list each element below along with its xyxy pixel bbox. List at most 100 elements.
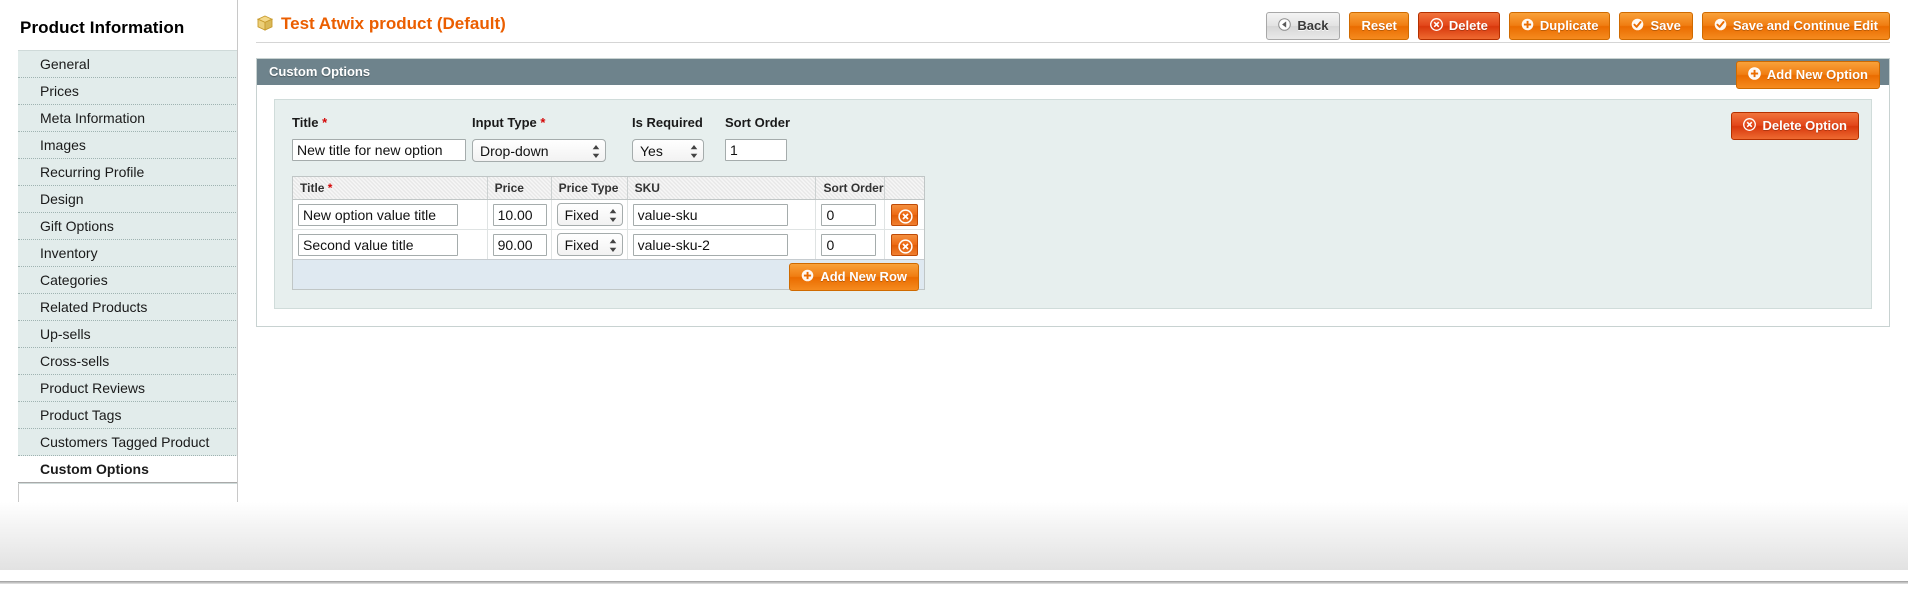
delete-option-button[interactable]: Delete Option — [1731, 112, 1859, 140]
sidebar-item-prices[interactable]: Prices — [18, 78, 238, 105]
sidebar-item-product-tags[interactable]: Product Tags — [18, 402, 238, 429]
cell-title — [293, 229, 488, 259]
sidebar-item-categories[interactable]: Categories — [18, 267, 238, 294]
plus-circle-icon — [1748, 67, 1761, 80]
chevron-updown-icon — [609, 208, 617, 223]
column-header-price: Price — [487, 177, 552, 200]
duplicate-button[interactable]: Duplicate — [1508, 12, 1611, 40]
page-header: Test Atwix product (Default) Back Reset De… — [256, 0, 1890, 42]
cell-price-type: Fixed — [551, 229, 628, 259]
option-sort-order-input[interactable] — [725, 139, 787, 161]
cell-sku — [627, 199, 817, 230]
plus-circle-icon — [801, 269, 814, 282]
option-is-required-label: Is Required — [632, 115, 703, 130]
column-header-actions — [884, 177, 924, 200]
table-header-row: Title * Price Price Type SKU Sort Order — [293, 177, 924, 200]
cell-delete — [884, 199, 924, 230]
cell-sku — [627, 229, 817, 259]
sidebar-item-inventory[interactable]: Inventory — [18, 240, 238, 267]
chevron-updown-icon — [592, 144, 600, 159]
sidebar-item-meta-information[interactable]: Meta Information — [18, 105, 238, 132]
column-header-price-type: Price Type — [551, 177, 628, 200]
cell-sort-order — [815, 199, 885, 230]
reset-button[interactable]: Reset — [1349, 12, 1409, 40]
option-sort-order-label: Sort Order — [725, 115, 791, 130]
cell-price — [487, 199, 552, 230]
sidebar-item-customers-tagged-product[interactable]: Customers Tagged Product — [18, 429, 238, 456]
value-price-input[interactable] — [492, 233, 547, 256]
option-values-grid: Title *PricePrice TypeSKUSort Order Fixe… — [292, 176, 925, 291]
back-label: Back — [1297, 17, 1329, 33]
column-header-sku: SKU — [627, 177, 817, 200]
sidebar-item-cross-sells[interactable]: Cross-sells — [18, 348, 238, 375]
value-sort-order-input[interactable] — [821, 233, 877, 256]
sidebar-item-up-sells[interactable]: Up-sells — [18, 321, 238, 348]
sidebar-title: Product Information — [20, 18, 185, 37]
value-sku-input[interactable] — [632, 233, 788, 256]
option-is-required-field: Is Required Yes — [632, 116, 725, 162]
value-price-type-select[interactable]: Fixed — [556, 203, 623, 226]
option-title-input[interactable] — [292, 139, 466, 161]
cell-sort-order — [815, 229, 885, 259]
x-circle-icon — [1429, 18, 1443, 32]
custom-options-panel-title: Custom Options — [269, 64, 371, 79]
delete-label: Delete — [1448, 17, 1488, 33]
chevron-updown-icon — [690, 144, 698, 159]
option-values-table: Title *PricePrice TypeSKUSort Order Fixe… — [293, 177, 924, 259]
option-input-type-value: Drop-down — [480, 143, 549, 159]
sidebar-item-related-products[interactable]: Related Products — [18, 294, 238, 321]
value-sort-order-input[interactable] — [821, 203, 877, 226]
option-is-required-select[interactable]: Yes — [632, 139, 704, 162]
value-title-input[interactable] — [298, 233, 458, 256]
column-header-sort-order: Sort Order — [815, 177, 885, 200]
save-and-continue-edit-button[interactable]: Save and Continue Edit — [1701, 12, 1890, 40]
duplicate-label: Duplicate — [1539, 17, 1599, 33]
value-price-input[interactable] — [492, 203, 547, 226]
delete-row-button[interactable] — [891, 203, 919, 226]
product-information-sidebar: Product Information General Prices Meta In… — [18, 0, 238, 536]
cell-price-type: Fixed — [551, 199, 628, 230]
save-and-continue-edit-label: Save and Continue Edit — [1732, 17, 1878, 33]
sidebar-nav-list: General Prices Meta Information Images Recur… — [18, 50, 238, 484]
x-circle-icon — [1743, 118, 1757, 132]
delete-row-button[interactable] — [891, 233, 919, 256]
add-new-row-label: Add New Row — [820, 268, 907, 284]
custom-option-block: Delete Option Title * Input Type — [274, 99, 1872, 309]
magento-product-edit-page: Product Information General Prices Meta In… — [0, 0, 1908, 596]
option-sort-order-field: Sort Order — [725, 116, 795, 161]
check-circle-icon — [1714, 18, 1727, 31]
cell-delete — [884, 229, 924, 259]
cell-price — [487, 229, 552, 259]
value-price-type-select[interactable]: Fixed — [556, 233, 623, 256]
add-new-row-button[interactable]: Add New Row — [789, 263, 919, 291]
table-row: Fixed — [293, 199, 924, 230]
custom-options-panel-body: Delete Option Title * Input Type — [257, 85, 1889, 326]
option-is-required-value: Yes — [640, 143, 663, 159]
sidebar-item-images[interactable]: Images — [18, 132, 238, 159]
required-marker: * — [318, 115, 328, 130]
sidebar-item-general[interactable]: General — [18, 51, 238, 78]
save-label: Save — [1650, 17, 1681, 33]
option-values-table-body: Fixed Fixed — [293, 199, 924, 259]
sidebar-item-design[interactable]: Design — [18, 186, 238, 213]
option-input-type-select[interactable]: Drop-down — [472, 139, 606, 162]
header-button-group: Back Reset Delete Duplicate Save Save and Con… — [1257, 12, 1890, 40]
value-title-input[interactable] — [298, 203, 458, 226]
sidebar-item-gift-options[interactable]: Gift Options — [18, 213, 238, 240]
custom-options-panel-header: Custom Options Add New Option — [257, 59, 1889, 89]
save-button[interactable]: Save — [1619, 12, 1693, 40]
delete-button[interactable]: Delete — [1417, 12, 1500, 40]
sidebar-item-recurring-profile[interactable]: Recurring Profile — [18, 159, 238, 186]
sidebar-item-custom-options[interactable]: Custom Options — [18, 456, 238, 483]
option-input-type-field: Input Type * Drop-down — [472, 116, 632, 162]
table-row: Fixed — [293, 229, 924, 259]
sidebar-item-product-reviews[interactable]: Product Reviews — [18, 375, 238, 402]
add-new-option-button[interactable]: Add New Option — [1735, 61, 1880, 89]
back-button[interactable]: Back — [1266, 12, 1341, 40]
custom-options-panel: Custom Options Add New Option Delete Opt… — [256, 58, 1890, 327]
required-marker: * — [536, 115, 546, 130]
value-sku-input[interactable] — [632, 203, 788, 226]
footer-separator — [0, 581, 1908, 584]
plus-circle-icon — [1521, 18, 1534, 31]
option-title-label: Title * — [292, 115, 328, 130]
